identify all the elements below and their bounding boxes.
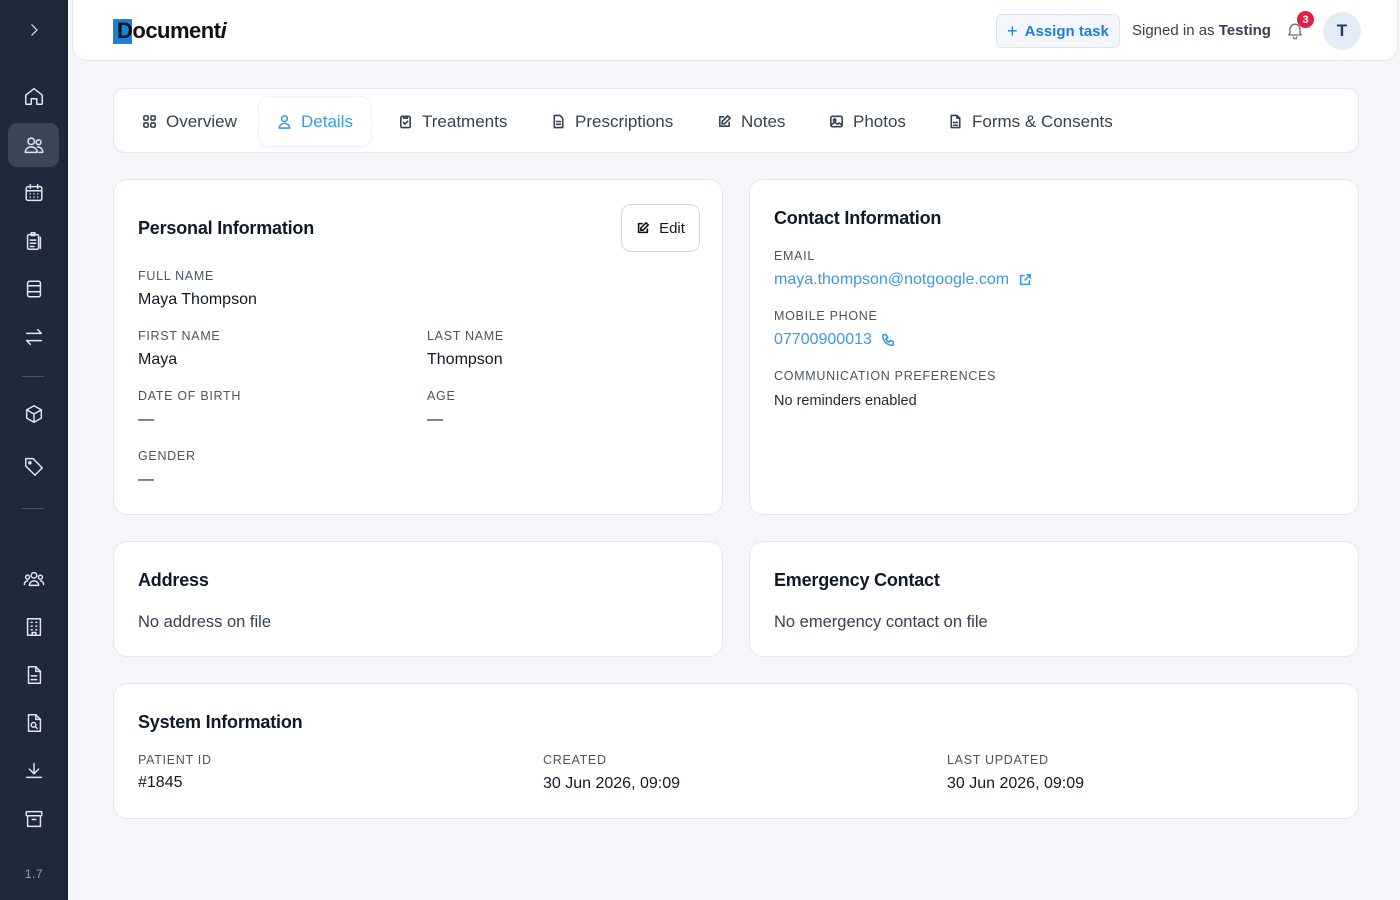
- phone-icon: [881, 333, 894, 347]
- logo-text: Documenti: [117, 18, 227, 43]
- top-header: Documenti + Assign task Signed in as Tes…: [72, 0, 1398, 61]
- full-name-value: Maya Thompson: [138, 291, 257, 308]
- age-label: AGE: [427, 389, 456, 403]
- communication-preferences-label: COMMUNICATION PREFERENCES: [774, 369, 997, 383]
- patient-id-label: PATIENT ID: [138, 753, 212, 767]
- app-version: 1.7: [24, 867, 44, 881]
- date-of-birth-label: DATE OF BIRTH: [138, 389, 242, 403]
- file-text-icon: [27, 666, 41, 684]
- sidebar-item-clinics[interactable]: [8, 605, 59, 649]
- sidebar-item-documents[interactable]: [8, 653, 59, 697]
- full-name-label: FULL NAME: [138, 269, 214, 283]
- tab-overview[interactable]: Overview: [124, 97, 255, 146]
- building-icon: [26, 618, 41, 636]
- document-icon: [950, 114, 961, 129]
- personal-information-card: Personal Information Edit FULL NAME Maya…: [113, 179, 723, 515]
- patient-id-value: #1845: [138, 774, 183, 791]
- user-icon: [278, 115, 291, 129]
- first-name-value: Maya: [138, 351, 178, 368]
- sidebar-item-search-documents[interactable]: [8, 701, 59, 745]
- tab-details[interactable]: Details: [259, 97, 371, 146]
- sidebar-divider: [22, 508, 44, 509]
- signed-in-status: Signed in as Testing: [1132, 22, 1271, 39]
- download-icon: [25, 762, 42, 779]
- first-name-label: FIRST NAME: [138, 329, 221, 343]
- gender-label: GENDER: [138, 449, 196, 463]
- address-empty-text: No address on file: [138, 613, 271, 631]
- clipboard-list-icon: [26, 232, 41, 250]
- notification-count-badge: 3: [1297, 11, 1314, 28]
- email-link[interactable]: maya.thompson@notgoogle.com: [774, 271, 1032, 289]
- address-card: Address No address on file: [113, 541, 723, 657]
- archive-icon: [24, 810, 43, 828]
- assign-task-label: Assign task: [1024, 22, 1109, 40]
- last-updated-label: LAST UPDATED: [947, 753, 1049, 767]
- sidebar-item-patients[interactable]: [8, 123, 59, 167]
- plus-icon: +: [1007, 21, 1018, 41]
- image-icon: [830, 115, 843, 128]
- card-title: Personal Information: [138, 218, 315, 238]
- last-updated-value: 30 Jun 2026, 09:09: [947, 775, 1085, 792]
- external-link-icon: [1019, 273, 1032, 286]
- date-of-birth-value: —: [138, 411, 154, 428]
- assign-task-button[interactable]: + Assign task: [996, 14, 1120, 48]
- arrows-exchange-icon: [25, 328, 42, 346]
- mobile-phone-label: MOBILE PHONE: [774, 309, 878, 323]
- user-avatar[interactable]: T: [1323, 12, 1361, 50]
- sidebar-item-forms[interactable]: [8, 267, 59, 311]
- tab-prescriptions[interactable]: Prescriptions: [533, 97, 691, 146]
- box-icon: [25, 405, 42, 423]
- email-label: EMAIL: [774, 249, 816, 263]
- home-icon: [24, 87, 43, 105]
- tab-notes[interactable]: Notes: [699, 97, 803, 146]
- last-name-label: LAST NAME: [427, 329, 504, 343]
- app-logo[interactable]: Documenti: [113, 17, 227, 45]
- sidebar-item-pricing[interactable]: [8, 444, 59, 488]
- card-title: Contact Information: [774, 208, 942, 228]
- tab-forms-consents[interactable]: Forms & Consents: [930, 97, 1131, 146]
- phone-link[interactable]: 07700900013: [774, 331, 895, 349]
- chevron-right-icon: [30, 24, 38, 36]
- sidebar-item-home[interactable]: [8, 74, 59, 118]
- communication-preferences-value: No reminders enabled: [774, 393, 917, 409]
- contact-information-card: Contact Information EMAIL maya.thompson@…: [749, 179, 1359, 515]
- gender-value: —: [138, 471, 154, 488]
- last-name-value: Thompson: [427, 351, 503, 368]
- sidebar-item-team[interactable]: [8, 557, 59, 601]
- users-icon: [24, 137, 43, 154]
- card-title: System Information: [138, 712, 303, 732]
- edit-icon: [719, 115, 731, 127]
- file-text-icon: [553, 114, 564, 129]
- sidebar: 1.7: [0, 0, 68, 900]
- sidebar-item-transfers[interactable]: [8, 315, 59, 359]
- team-icon: [23, 571, 44, 587]
- grid-icon: [143, 115, 156, 128]
- sidebar-divider: [22, 376, 44, 377]
- form-icon: [26, 280, 41, 298]
- emergency-contact-empty-text: No emergency contact on file: [774, 613, 988, 631]
- age-value: —: [427, 411, 443, 428]
- created-value: 30 Jun 2026, 09:09: [543, 775, 681, 792]
- tab-treatments[interactable]: Treatments: [380, 97, 525, 146]
- sidebar-item-clipboard[interactable]: [8, 219, 59, 263]
- tag-icon: [24, 457, 43, 476]
- tab-photos[interactable]: Photos: [811, 97, 924, 146]
- created-label: CREATED: [543, 753, 607, 767]
- system-information-card: System Information PATIENT ID #1845 CREA…: [113, 683, 1359, 819]
- sidebar-item-archive[interactable]: [8, 797, 59, 841]
- calendar-icon: [24, 184, 43, 202]
- sidebar-item-products[interactable]: [8, 392, 59, 436]
- patient-tabs: Overview Details Treatments Prescription…: [113, 88, 1359, 153]
- emergency-contact-card: Emergency Contact No emergency contact o…: [749, 541, 1359, 657]
- clipboard-check-icon: [400, 115, 411, 129]
- card-title: Address: [138, 570, 209, 590]
- edit-icon: [637, 221, 650, 234]
- edit-button[interactable]: Edit: [621, 204, 700, 252]
- expand-sidebar-button[interactable]: [8, 8, 59, 52]
- signed-in-user: Testing: [1218, 22, 1271, 39]
- sidebar-item-calendar[interactable]: [8, 171, 59, 215]
- card-title: Emergency Contact: [774, 570, 940, 590]
- file-search-icon: [27, 714, 41, 732]
- sidebar-item-downloads[interactable]: [8, 749, 59, 793]
